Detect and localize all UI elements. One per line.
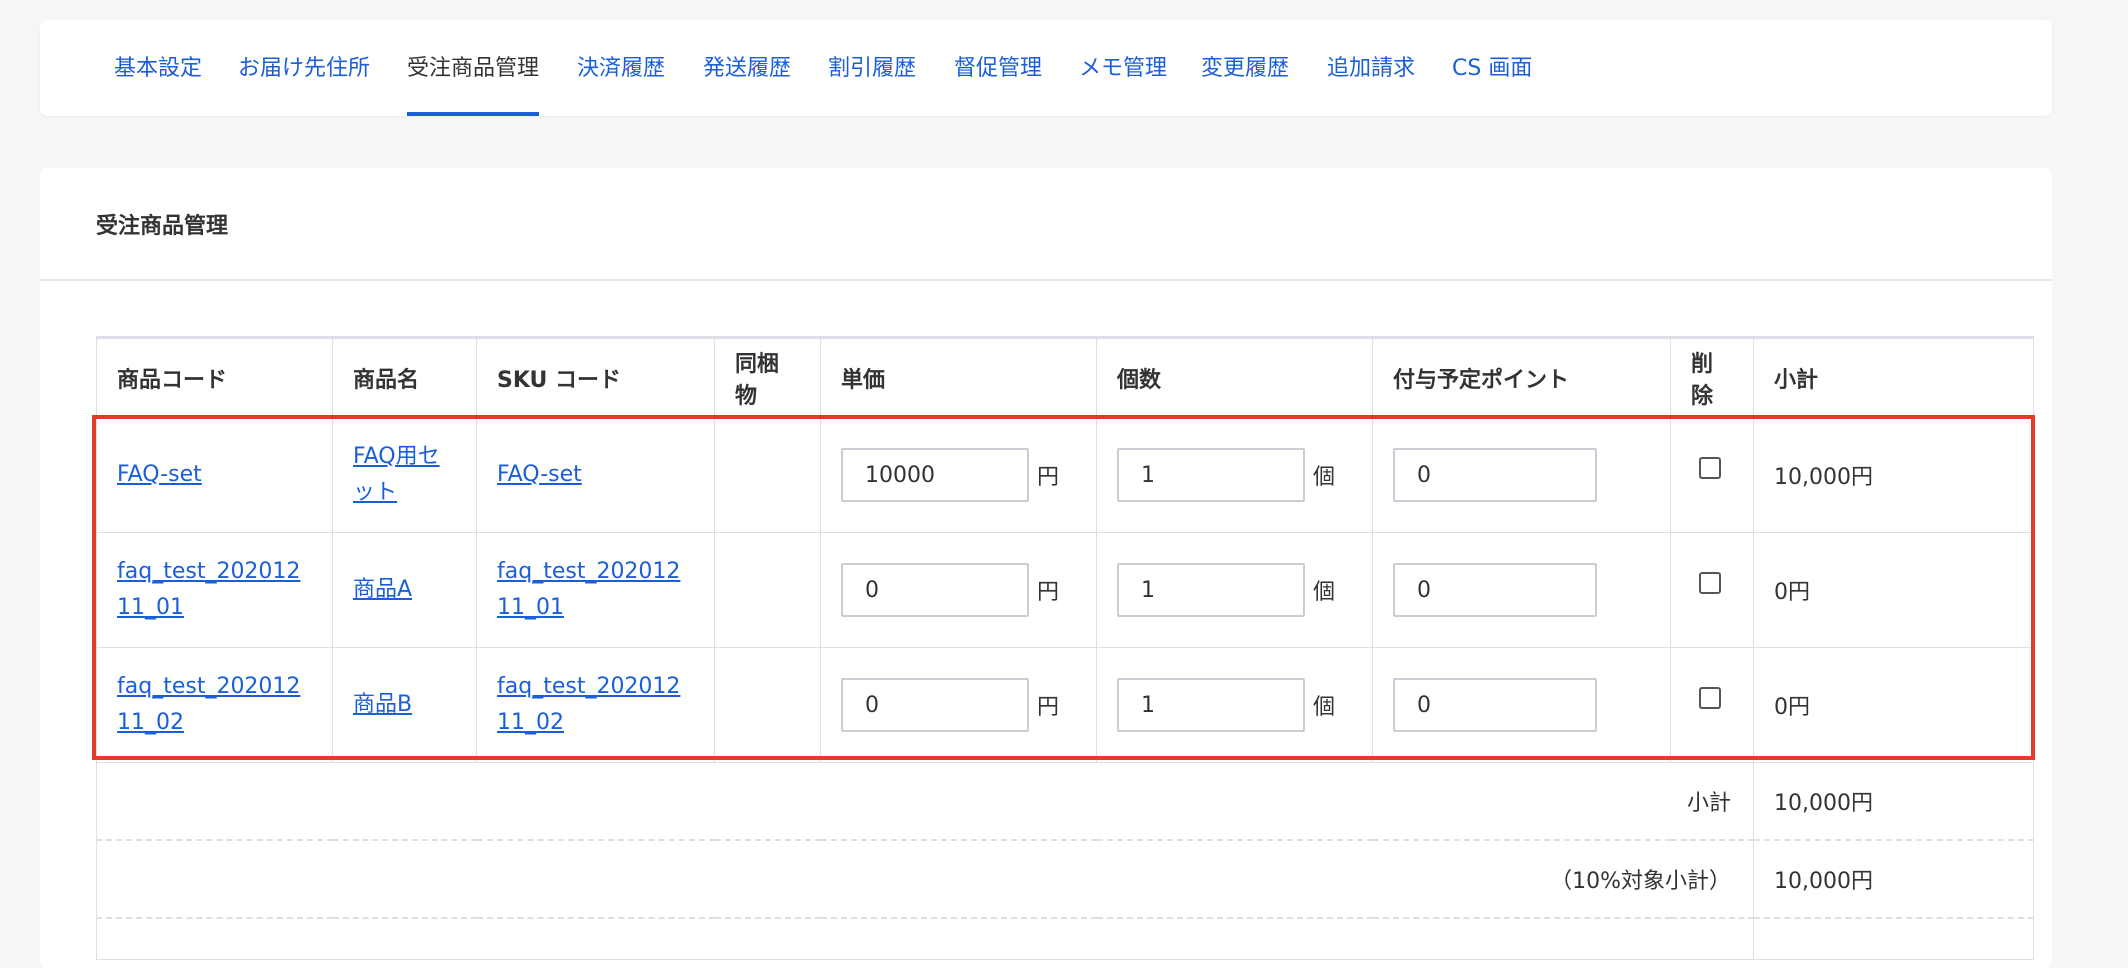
bundle-cell: [714, 417, 821, 533]
product-name-link[interactable]: 商品A: [353, 577, 412, 602]
header-product-code: 商品コード: [96, 336, 333, 418]
sku-code-link[interactable]: faq_test_20201211_02: [497, 674, 680, 735]
delete-checkbox[interactable]: [1699, 687, 1721, 709]
header-points: 付与予定ポイント: [1372, 336, 1671, 418]
sku-code-link[interactable]: FAQ-set: [497, 462, 582, 487]
row-subtotal: 0円: [1753, 532, 2034, 648]
summary-row: [96, 918, 2034, 960]
header-sku-code: SKU コード: [476, 336, 715, 418]
delete-checkbox[interactable]: [1699, 457, 1721, 479]
table-row: faq_test_20201211_02 商品B faq_test_202012…: [96, 647, 2034, 763]
summary-label: 小計: [96, 762, 1754, 841]
summary-row: 小計 10,000円: [96, 762, 2034, 841]
summary-label: （10%対象小計）: [96, 840, 1754, 919]
order-items-table: 商品コード 商品名 SKU コード 同梱物 単価 個数 付与予定ポイント 削除 …: [96, 336, 2034, 960]
quantity-input[interactable]: [1117, 678, 1305, 732]
tab-order-items[interactable]: 受注商品管理: [407, 20, 540, 116]
divider: [40, 279, 2052, 281]
tab-dunning[interactable]: 督促管理: [954, 20, 1042, 116]
tab-payment-history[interactable]: 決済履歴: [577, 20, 665, 116]
points-input[interactable]: [1393, 448, 1597, 502]
points-input[interactable]: [1393, 678, 1597, 732]
product-code-link[interactable]: FAQ-set: [117, 462, 202, 487]
header-quantity: 個数: [1096, 336, 1373, 418]
yen-unit: 円: [1037, 580, 1060, 605]
table-row: faq_test_20201211_01 商品A faq_test_202012…: [96, 532, 2034, 648]
summary-label: [96, 918, 1754, 960]
card-title: 受注商品管理: [96, 214, 229, 239]
row-subtotal: 10,000円: [1753, 417, 2034, 533]
header-delete: 削除: [1670, 336, 1754, 418]
order-items-card: 受注商品管理 商品コード 商品名 SKU コード 同梱物 単価 個数 付与予定ポ…: [40, 168, 2052, 968]
points-input[interactable]: [1393, 563, 1597, 617]
tab-basic-settings[interactable]: 基本設定: [114, 20, 202, 116]
product-code-link[interactable]: faq_test_20201211_01: [117, 559, 300, 620]
tab-cs-screen[interactable]: CS 画面: [1452, 20, 1532, 116]
table-header-row: 商品コード 商品名 SKU コード 同梱物 単価 個数 付与予定ポイント 削除 …: [96, 336, 2034, 418]
summary-value: 10,000円: [1753, 840, 2034, 919]
header-product-name: 商品名: [332, 336, 477, 418]
header-unit-price: 単価: [820, 336, 1097, 418]
unit-price-input[interactable]: [841, 448, 1029, 502]
header-bundle: 同梱物: [714, 336, 821, 418]
row-subtotal: 0円: [1753, 647, 2034, 763]
tab-change-history[interactable]: 変更履歴: [1201, 20, 1289, 116]
bundle-cell: [714, 647, 821, 763]
tab-delivery-address[interactable]: お届け先住所: [238, 20, 370, 116]
summary-row: （10%対象小計） 10,000円: [96, 840, 2034, 919]
piece-unit: 個: [1313, 465, 1336, 490]
header-subtotal: 小計: [1753, 336, 2034, 418]
product-name-link[interactable]: FAQ用セット: [353, 444, 440, 505]
table-row: FAQ-set FAQ用セット FAQ-set 円 個 10,000円: [96, 417, 2034, 533]
tab-discount-history[interactable]: 割引履歴: [828, 20, 916, 116]
summary-value: 10,000円: [1753, 762, 2034, 841]
tab-bar: 基本設定 お届け先住所 受注商品管理 決済履歴 発送履歴 割引履歴 督促管理 メ…: [40, 20, 2052, 116]
yen-unit: 円: [1037, 465, 1060, 490]
tab-memo[interactable]: メモ管理: [1079, 20, 1167, 116]
summary-value: [1753, 918, 2034, 960]
product-code-link[interactable]: faq_test_20201211_02: [117, 674, 300, 735]
piece-unit: 個: [1313, 580, 1336, 605]
sku-code-link[interactable]: faq_test_20201211_01: [497, 559, 680, 620]
product-name-link[interactable]: 商品B: [353, 692, 412, 717]
yen-unit: 円: [1037, 695, 1060, 720]
unit-price-input[interactable]: [841, 563, 1029, 617]
piece-unit: 個: [1313, 695, 1336, 720]
bundle-cell: [714, 532, 821, 648]
tab-additional-billing[interactable]: 追加請求: [1327, 20, 1415, 116]
quantity-input[interactable]: [1117, 563, 1305, 617]
tab-shipping-history[interactable]: 発送履歴: [703, 20, 791, 116]
quantity-input[interactable]: [1117, 448, 1305, 502]
delete-checkbox[interactable]: [1699, 572, 1721, 594]
unit-price-input[interactable]: [841, 678, 1029, 732]
